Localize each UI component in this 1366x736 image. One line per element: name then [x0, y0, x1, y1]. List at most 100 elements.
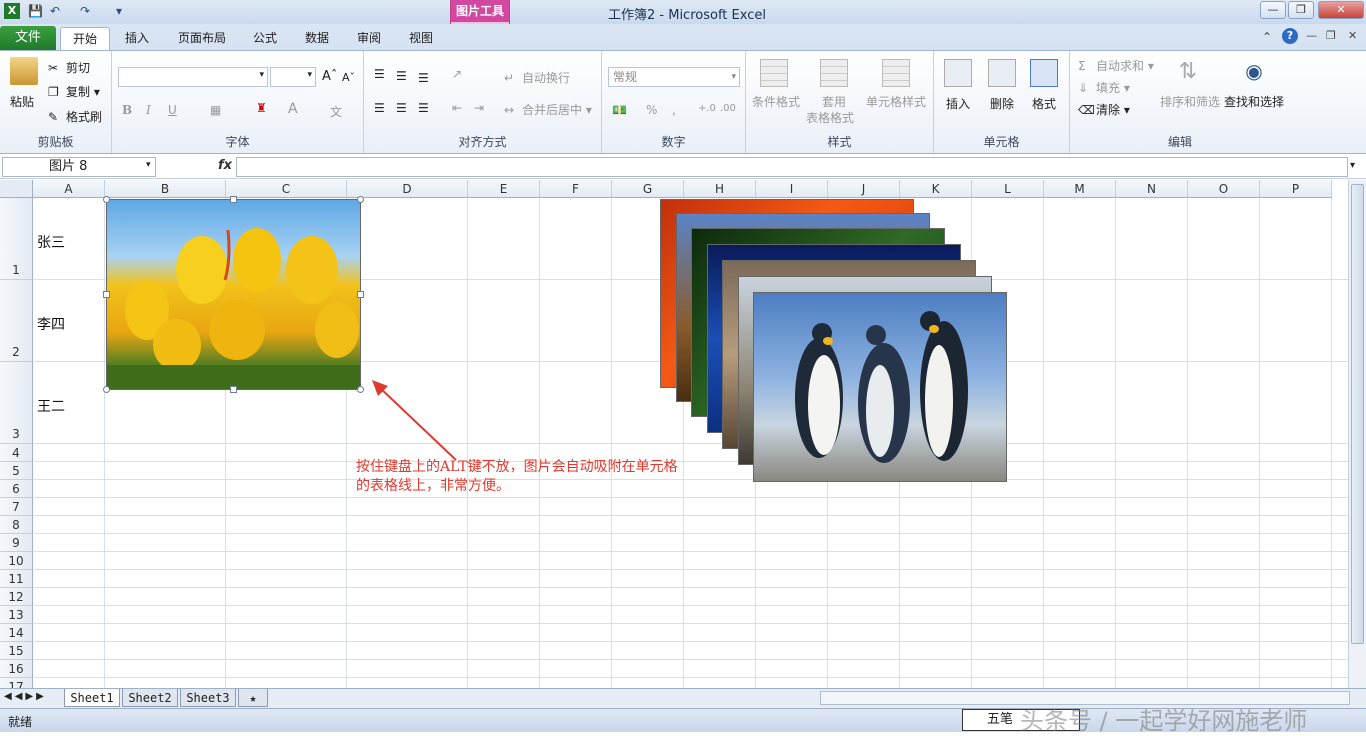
column-header-n[interactable]: N: [1116, 180, 1188, 198]
format-cells-button[interactable]: 格式: [1032, 95, 1056, 112]
insert-cells-button[interactable]: 插入: [946, 95, 970, 112]
row-header-7[interactable]: 7: [0, 498, 33, 516]
row-header-5[interactable]: 5: [0, 462, 33, 480]
name-box[interactable]: 图片 8: [2, 157, 156, 177]
row-header-14[interactable]: 14: [0, 624, 33, 642]
resize-handle-n[interactable]: [230, 196, 237, 203]
sort-filter-button[interactable]: 排序和筛选: [1160, 93, 1220, 110]
align-bottom-icon[interactable]: ☰: [418, 71, 429, 85]
close-button[interactable]: ✕: [1318, 1, 1364, 19]
insert-function-icon[interactable]: fx: [218, 158, 232, 173]
row-header-4[interactable]: 4: [0, 444, 33, 462]
tab-data[interactable]: 数据: [296, 27, 338, 50]
row-header-16[interactable]: 16: [0, 660, 33, 678]
align-top-icon[interactable]: ☰: [374, 67, 385, 81]
column-header-p[interactable]: P: [1260, 180, 1332, 198]
expand-formula-icon[interactable]: ▾: [1350, 160, 1355, 171]
conditional-format-button[interactable]: 条件格式: [752, 93, 800, 110]
column-header-l[interactable]: L: [972, 180, 1044, 198]
percent-icon[interactable]: %: [646, 103, 657, 117]
vertical-scroll-thumb[interactable]: [1351, 184, 1364, 644]
cut-button[interactable]: ✂ 剪切: [48, 59, 90, 77]
phonetic-icon[interactable]: 文: [330, 103, 342, 120]
decrease-decimal-icon[interactable]: .00: [720, 103, 736, 114]
tulip-picture[interactable]: [106, 199, 361, 390]
collapse-ribbon-icon[interactable]: ⌃: [1262, 30, 1272, 44]
column-header-e[interactable]: E: [468, 180, 540, 198]
sheet-tab-1[interactable]: Sheet1: [64, 689, 120, 707]
column-header-k[interactable]: K: [900, 180, 972, 198]
shrink-font-icon[interactable]: Aˇ: [342, 71, 355, 84]
resize-handle-sw[interactable]: [103, 386, 110, 393]
resize-handle-nw[interactable]: [103, 196, 110, 203]
align-center-icon[interactable]: ☰: [396, 101, 407, 115]
row-header-13[interactable]: 13: [0, 606, 33, 624]
resize-handle-w[interactable]: [103, 291, 110, 298]
copy-button[interactable]: ❐ 复制 ▾: [48, 83, 100, 101]
column-header-c[interactable]: C: [226, 180, 347, 198]
resize-handle-s[interactable]: [230, 386, 237, 393]
vertical-scrollbar[interactable]: [1348, 180, 1366, 688]
align-right-icon[interactable]: ☰: [418, 101, 429, 115]
currency-icon[interactable]: 💵: [612, 103, 627, 117]
column-header-o[interactable]: O: [1188, 180, 1260, 198]
undo-icon[interactable]: ↶: [50, 4, 60, 20]
tab-file[interactable]: 文件: [0, 26, 56, 50]
row-header-9[interactable]: 9: [0, 534, 33, 552]
italic-icon[interactable]: I: [146, 103, 151, 117]
penguins-picture[interactable]: [753, 292, 1007, 482]
column-header-m[interactable]: M: [1044, 180, 1116, 198]
autosum-button[interactable]: Σ 自动求和 ▾: [1078, 57, 1154, 75]
row-header-6[interactable]: 6: [0, 480, 33, 498]
font-color-icon[interactable]: A: [288, 101, 298, 117]
merge-center-button[interactable]: ↔ 合并后居中 ▾: [504, 101, 592, 119]
redo-icon[interactable]: ↷: [80, 4, 90, 20]
increase-decimal-icon[interactable]: +.0: [698, 103, 716, 114]
delete-cells-button[interactable]: 删除: [990, 95, 1014, 112]
underline-icon[interactable]: U: [168, 103, 177, 117]
column-header-d[interactable]: D: [347, 180, 468, 198]
wrap-text-button[interactable]: ↵ 自动换行: [504, 69, 570, 87]
tab-formulas[interactable]: 公式: [244, 27, 286, 50]
minimize-button[interactable]: —: [1260, 1, 1286, 19]
row-header-8[interactable]: 8: [0, 516, 33, 534]
fill-color-icon[interactable]: ♜: [256, 101, 267, 115]
comma-icon[interactable]: ,: [672, 103, 676, 117]
clear-button[interactable]: ⌫清除 ▾: [1078, 101, 1130, 119]
column-header-g[interactable]: G: [612, 180, 684, 198]
font-size-combo[interactable]: ▾: [270, 67, 316, 87]
cell-a2[interactable]: 李四: [37, 314, 65, 334]
tab-insert[interactable]: 插入: [116, 27, 158, 50]
cell-a3[interactable]: 王二: [37, 396, 65, 416]
insert-sheet-icon[interactable]: ★: [238, 689, 268, 707]
bold-icon[interactable]: B: [122, 103, 132, 117]
decrease-indent-icon[interactable]: ⇤: [452, 101, 462, 115]
number-format-combo[interactable]: 常规 ▾: [608, 67, 740, 87]
column-header-a[interactable]: A: [33, 180, 105, 198]
customize-toolbar-icon[interactable]: ▾: [116, 4, 122, 20]
resize-handle-ne[interactable]: [357, 196, 364, 203]
paste-button[interactable]: 粘贴: [10, 93, 34, 110]
tab-review[interactable]: 审阅: [348, 27, 390, 50]
sheet-tab-3[interactable]: Sheet3: [180, 689, 236, 707]
fill-button[interactable]: ⇓ 填充 ▾: [1078, 79, 1130, 97]
doc-minimize-icon[interactable]: —: [1306, 29, 1317, 42]
name-box-dropdown-icon[interactable]: ▾: [146, 160, 151, 170]
column-header-h[interactable]: H: [684, 180, 756, 198]
row-header-15[interactable]: 15: [0, 642, 33, 660]
tab-page-layout[interactable]: 页面布局: [170, 27, 234, 50]
grow-font-icon[interactable]: Aˆ: [322, 69, 337, 84]
tab-home[interactable]: 开始: [60, 27, 110, 50]
sheet-nav-icons[interactable]: ◀◀▶▶: [4, 691, 47, 702]
row-header-2[interactable]: 2: [0, 280, 33, 362]
table-format-button-line1[interactable]: 套用: [822, 93, 846, 110]
row-header-12[interactable]: 12: [0, 588, 33, 606]
tab-view[interactable]: 视图: [400, 27, 442, 50]
doc-close-icon[interactable]: ✕: [1348, 29, 1357, 42]
row-header-3[interactable]: 3: [0, 362, 33, 444]
format-painter-button[interactable]: ✎ 格式刷: [48, 108, 102, 126]
row-header-17[interactable]: 17: [0, 678, 33, 688]
worksheet-grid[interactable]: ABCDEFGHIJKLMNOP 1 2 3 4 5 6 7 8 9 10 11 12 13 14 15 16…: [0, 180, 1348, 688]
orientation-icon[interactable]: ↗: [452, 67, 462, 81]
font-name-combo[interactable]: ▾: [118, 67, 268, 87]
